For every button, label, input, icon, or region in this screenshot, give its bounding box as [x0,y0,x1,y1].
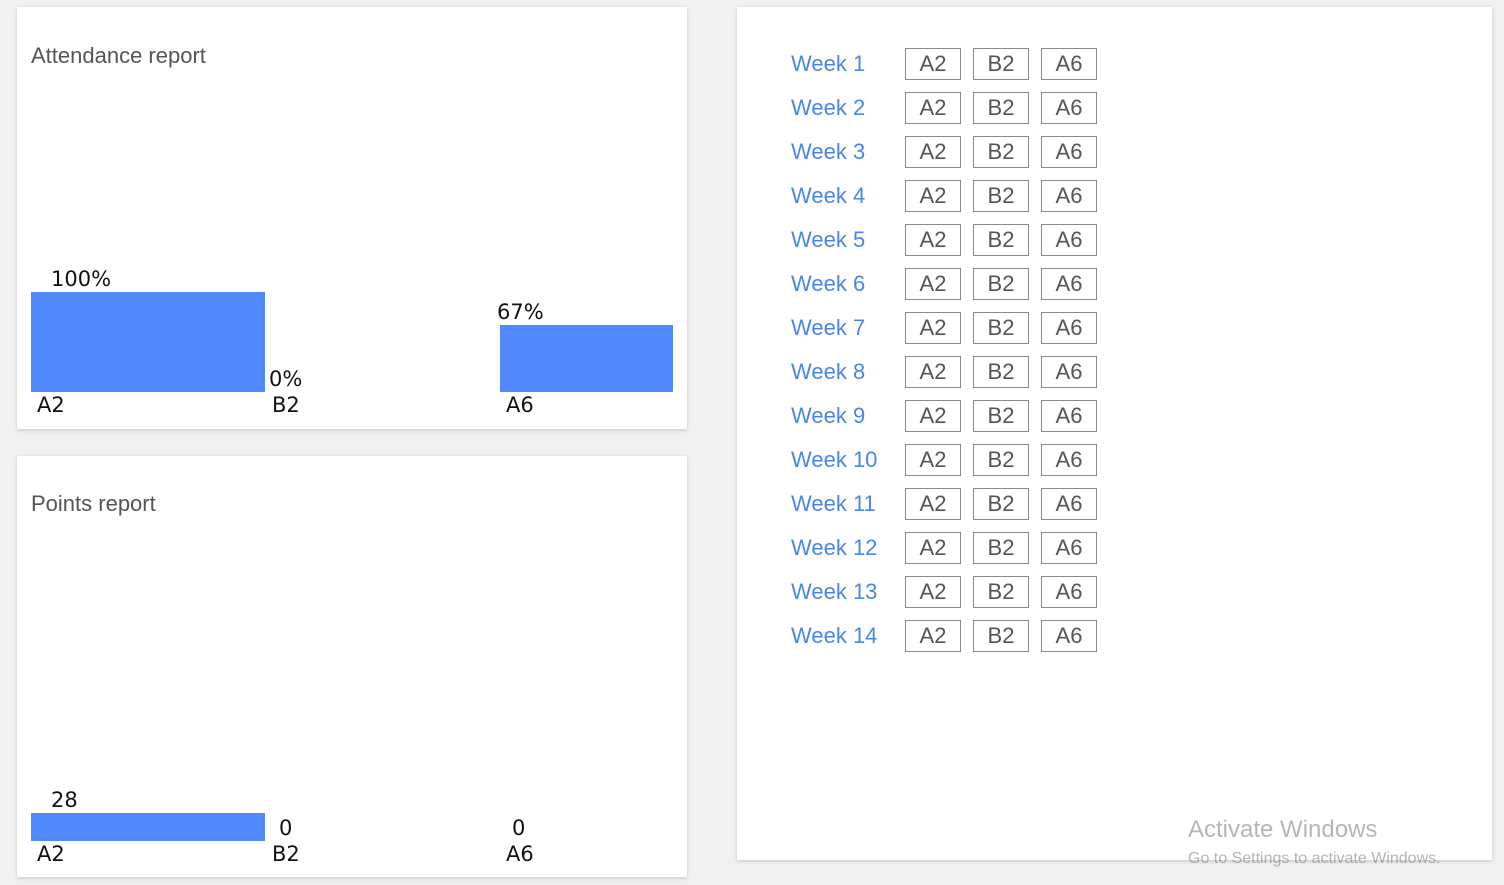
week-row: Week 3 A2 B2 A6 [791,136,1109,168]
week-row: Week 13 A2 B2 A6 [791,576,1109,608]
week-12-b2-button[interactable]: B2 [973,532,1029,564]
week-link[interactable]: Week 5 [791,227,905,253]
week-11-a2-button[interactable]: A2 [905,488,961,520]
week-row: Week 9 A2 B2 A6 [791,400,1109,432]
week-12-a2-button[interactable]: A2 [905,532,961,564]
week-4-a6-button[interactable]: A6 [1041,180,1097,212]
points-value-label-b2: 0 [279,816,292,840]
attendance-value-label-b2: 0% [269,367,302,391]
week-3-a2-button[interactable]: A2 [905,136,961,168]
watermark-title: Activate Windows [1188,816,1378,843]
week-3-b2-button[interactable]: B2 [973,136,1029,168]
week-1-a6-button[interactable]: A6 [1041,48,1097,80]
week-10-a2-button[interactable]: A2 [905,444,961,476]
attendance-bar-a6 [500,325,673,392]
week-row: Week 11 A2 B2 A6 [791,488,1109,520]
attendance-category-label-a6: A6 [506,393,534,417]
week-link[interactable]: Week 9 [791,403,905,429]
week-8-a2-button[interactable]: A2 [905,356,961,388]
week-2-a2-button[interactable]: A2 [905,92,961,124]
week-1-a2-button[interactable]: A2 [905,48,961,80]
week-13-a6-button[interactable]: A6 [1041,576,1097,608]
week-2-b2-button[interactable]: B2 [973,92,1029,124]
week-row: Week 6 A2 B2 A6 [791,268,1109,300]
week-7-a6-button[interactable]: A6 [1041,312,1097,344]
week-14-a2-button[interactable]: A2 [905,620,961,652]
points-value-label-a6: 0 [512,816,525,840]
week-12-a6-button[interactable]: A6 [1041,532,1097,564]
watermark-subtitle: Go to Settings to activate Windows. [1188,850,1441,867]
week-row: Week 14 A2 B2 A6 [791,620,1109,652]
week-link[interactable]: Week 1 [791,51,905,77]
activate-windows-watermark: Activate Windows Go to Settings to activ… [1188,816,1441,868]
attendance-category-label-b2: B2 [272,393,300,417]
week-13-b2-button[interactable]: B2 [973,576,1029,608]
week-8-b2-button[interactable]: B2 [973,356,1029,388]
week-link[interactable]: Week 12 [791,535,905,561]
week-row: Week 8 A2 B2 A6 [791,356,1109,388]
weeks-panel: Week 1 A2 B2 A6 Week 2 A2 B2 A6 Week 3 A2 B2 A6 Week… [737,7,1492,860]
week-2-a6-button[interactable]: A6 [1041,92,1097,124]
week-row: Week 12 A2 B2 A6 [791,532,1109,564]
week-link[interactable]: Week 10 [791,447,905,473]
week-9-b2-button[interactable]: B2 [973,400,1029,432]
points-value-label-a2: 28 [51,788,78,812]
points-category-label-a2: A2 [37,842,65,866]
week-11-a6-button[interactable]: A6 [1041,488,1097,520]
week-5-a6-button[interactable]: A6 [1041,224,1097,256]
week-5-a2-button[interactable]: A2 [905,224,961,256]
week-14-b2-button[interactable]: B2 [973,620,1029,652]
week-link[interactable]: Week 14 [791,623,905,649]
week-6-a2-button[interactable]: A2 [905,268,961,300]
points-category-label-b2: B2 [272,842,300,866]
points-chart: 28A20B20A6 [31,788,534,866]
week-6-b2-button[interactable]: B2 [973,268,1029,300]
week-9-a6-button[interactable]: A6 [1041,400,1097,432]
week-link[interactable]: Week 3 [791,139,905,165]
week-10-b2-button[interactable]: B2 [973,444,1029,476]
week-row: Week 1 A2 B2 A6 [791,48,1109,80]
week-10-a6-button[interactable]: A6 [1041,444,1097,476]
week-link[interactable]: Week 13 [791,579,905,605]
attendance-category-label-a2: A2 [37,393,65,417]
attendance-value-label-a2: 100% [51,267,111,291]
week-9-a2-button[interactable]: A2 [905,400,961,432]
week-link[interactable]: Week 6 [791,271,905,297]
week-link[interactable]: Week 8 [791,359,905,385]
week-row: Week 10 A2 B2 A6 [791,444,1109,476]
week-14-a6-button[interactable]: A6 [1041,620,1097,652]
week-11-b2-button[interactable]: B2 [973,488,1029,520]
week-8-a6-button[interactable]: A6 [1041,356,1097,388]
points-bar-a2 [31,813,265,841]
week-row: Week 5 A2 B2 A6 [791,224,1109,256]
week-link[interactable]: Week 7 [791,315,905,341]
week-5-b2-button[interactable]: B2 [973,224,1029,256]
week-link[interactable]: Week 2 [791,95,905,121]
attendance-value-label-a6: 67% [497,300,544,324]
points-report-card: Points report 28 A2 0 B2 0 A6 [17,456,687,877]
week-link[interactable]: Week 4 [791,183,905,209]
week-7-a2-button[interactable]: A2 [905,312,961,344]
week-link[interactable]: Week 11 [791,491,905,517]
week-row: Week 4 A2 B2 A6 [791,180,1109,212]
week-4-a2-button[interactable]: A2 [905,180,961,212]
week-3-a6-button[interactable]: A6 [1041,136,1097,168]
week-7-b2-button[interactable]: B2 [973,312,1029,344]
week-1-b2-button[interactable]: B2 [973,48,1029,80]
week-13-a2-button[interactable]: A2 [905,576,961,608]
week-row: Week 2 A2 B2 A6 [791,92,1109,124]
week-row: Week 7 A2 B2 A6 [791,312,1109,344]
attendance-chart: 100% A2 0%B2 67% A6 [31,267,673,417]
points-category-label-a6: A6 [506,842,534,866]
attendance-report-card: Attendance report 100% A2 0% B2 67% A6 [17,7,687,429]
week-4-b2-button[interactable]: B2 [973,180,1029,212]
attendance-bar-a2 [31,292,265,392]
week-6-a6-button[interactable]: A6 [1041,268,1097,300]
